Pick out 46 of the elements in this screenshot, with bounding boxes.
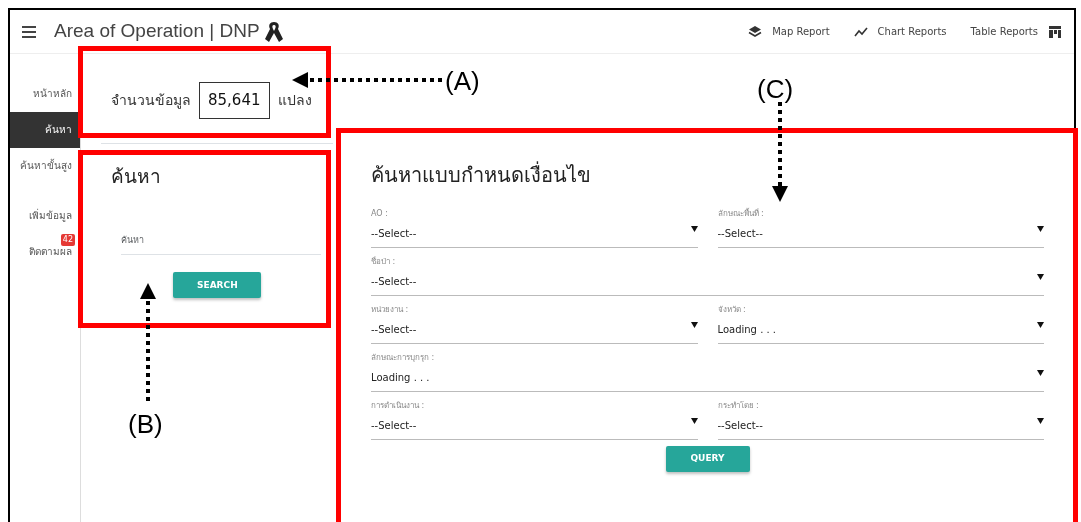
count-unit: แปลง: [277, 90, 312, 110]
dropdown-arrow-icon: [1037, 370, 1044, 376]
select-dropdown[interactable]: Loading . . .: [371, 370, 1044, 385]
select-dropdown[interactable]: --Select--: [371, 274, 1044, 289]
count-label: จำนวนข้อมูล: [111, 90, 191, 111]
select-dropdown[interactable]: --Select--: [371, 418, 698, 433]
callout-label: (A): [445, 65, 480, 98]
field-label: AO :: [371, 208, 389, 220]
select-dropdown[interactable]: --Select--: [717, 226, 1044, 241]
query-title: ค้นหาแบบกำหนดเงื่อนไข: [371, 160, 592, 189]
count-value: 85,641: [199, 82, 270, 119]
dropdown-arrow-icon: [1037, 226, 1044, 232]
sidebar-item[interactable]: ค้นหาขั้นสูง: [10, 148, 80, 184]
sidebar-item[interactable]: หน้าหลัก: [10, 76, 80, 112]
dropdown-arrow-icon: [690, 226, 698, 232]
field-label: ลักษณะการบุกรุก :: [371, 352, 436, 364]
dropdown-arrow-icon: [690, 322, 698, 328]
dropdown-arrow-icon: [690, 418, 698, 424]
notification-badge: 42: [60, 234, 75, 246]
select-dropdown[interactable]: --Select--: [717, 418, 1044, 433]
app-title: Area of Operation | DNP: [54, 19, 260, 44]
dashboard-icon: [1048, 24, 1062, 39]
select-dropdown[interactable]: --Select--: [371, 322, 698, 337]
field-label: กระทำโดย :: [717, 400, 760, 412]
nav-link[interactable]: Table Reports: [970, 24, 1062, 39]
field-label: การดำเนินงาน :: [371, 400, 426, 412]
callout-label: (C): [757, 73, 794, 106]
field-label: หน่วยงาน :: [371, 304, 410, 316]
layers-icon: [748, 24, 763, 39]
menu-icon[interactable]: [22, 25, 36, 38]
field-label: ชื่อป่า :: [371, 256, 397, 268]
sidebar-item[interactable]: ติดตามผล 42: [10, 234, 80, 270]
dropdown-arrow-icon: [1037, 274, 1044, 280]
search-title: ค้นหา: [111, 163, 162, 189]
select-dropdown[interactable]: Loading . . .: [717, 322, 1044, 337]
sidebar-item[interactable]: ค้นหา: [10, 112, 80, 148]
nav-link[interactable]: Chart Reports: [853, 24, 947, 39]
field-label: ลักษณะพื้นที่ :: [717, 208, 765, 220]
nav-link[interactable]: Map Report: [748, 24, 830, 39]
field-label: จังหวัด :: [717, 304, 747, 316]
dropdown-arrow-icon: [1037, 322, 1044, 328]
callout-label: (B): [128, 408, 163, 441]
sidebar-item[interactable]: เพิ่มข้อมูล: [10, 198, 80, 234]
dropdown-arrow-icon: [1037, 418, 1044, 424]
ribbon-icon: [263, 19, 284, 44]
select-dropdown[interactable]: --Select--: [371, 226, 698, 241]
